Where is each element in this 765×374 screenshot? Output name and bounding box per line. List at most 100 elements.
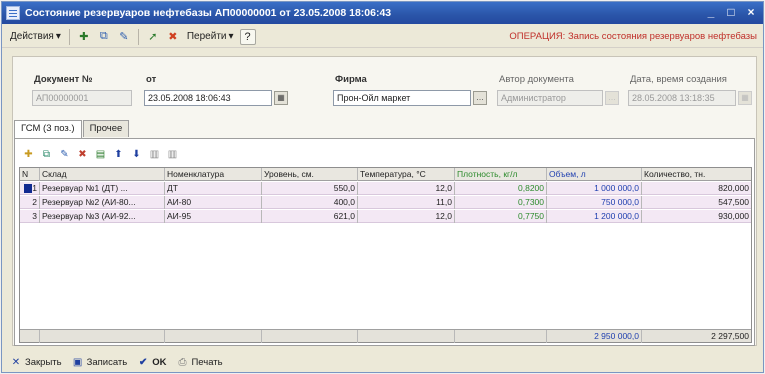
arrow-down-icon[interactable]: ⬇ <box>129 147 144 161</box>
edit-icon[interactable]: ✎ <box>116 29 132 45</box>
print-button-label: Печать <box>191 356 223 368</box>
arrow-up-icon[interactable]: ⬆ <box>111 147 126 161</box>
calendar-icon: ▦ <box>738 91 752 105</box>
quantity-cell[interactable]: 930,000 <box>642 210 751 223</box>
goto-menu[interactable]: Перейти ▾ <box>183 31 238 42</box>
table-row[interactable]: 1 Резервуар №1 (ДТ) ... ДТ 550,0 12,0 0,… <box>20 182 751 195</box>
column-header[interactable]: Объем, л <box>547 168 642 181</box>
temperature-cell[interactable]: 11,0 <box>358 196 455 209</box>
sort-descending-icon[interactable]: ▥ <box>165 147 180 161</box>
edit-row-icon[interactable]: ✎ <box>57 147 72 161</box>
density-cell[interactable]: 0,7300 <box>455 196 547 209</box>
column-header[interactable]: Уровень, см. <box>262 168 358 181</box>
tab-panel: ✚ ⧉ ✎ ✖ ▤ ⬆ ⬇ ▥ ▥ N Склад Номенклатура У… <box>14 138 755 346</box>
restore-button[interactable]: □ <box>723 5 739 21</box>
tab-strip: ГСМ (3 поз.) Прочее <box>14 120 130 138</box>
row-number: 1 <box>32 183 37 193</box>
volume-cell[interactable]: 1 200 000,0 <box>547 210 642 223</box>
add-icon[interactable]: ✚ <box>76 29 92 45</box>
ok-button[interactable]: ✔ OK <box>137 356 166 368</box>
toolbar-divider <box>68 28 70 45</box>
tab-other[interactable]: Прочее <box>82 120 130 137</box>
volume-cell[interactable]: 1 000 000,0 <box>547 182 642 195</box>
firm-field[interactable]: Прон-Ойл маркет <box>333 90 471 106</box>
empty-total-cell <box>20 330 40 343</box>
level-cell[interactable]: 621,0 <box>262 210 358 223</box>
date-from-label: от <box>146 74 157 85</box>
table-totals-row: 2 950 000,0 2 297,500 <box>20 329 751 343</box>
save-icon: ▣ <box>72 356 83 368</box>
column-header[interactable]: Склад <box>40 168 165 181</box>
calendar-icon[interactable]: ▦ <box>274 91 288 105</box>
quantity-cell[interactable]: 547,500 <box>642 196 751 209</box>
title-bar: Состояние резервуаров нефтебазы АП000000… <box>2 2 763 24</box>
density-cell[interactable]: 0,8200 <box>455 182 547 195</box>
copy-row-icon[interactable]: ⧉ <box>39 147 54 161</box>
created-field: 28.05.2008 13:18:35 <box>628 90 736 106</box>
bottom-bar: ✕ Закрыть ▣ Записать ✔ OK ⎙ Печать <box>2 352 763 372</box>
close-icon: ✕ <box>11 356 21 368</box>
firm-label: Фирма <box>335 74 367 85</box>
item-cell[interactable]: АИ-80 <box>165 196 262 209</box>
document-icon <box>6 6 20 20</box>
quantity-total: 2 297,500 <box>711 331 749 341</box>
level-cell[interactable]: 550,0 <box>262 182 358 195</box>
window-title: Состояние резервуаров нефтебазы АП000000… <box>25 7 392 19</box>
tab-fuel[interactable]: ГСМ (3 поз.) <box>14 120 82 138</box>
table-row[interactable]: 2 Резервуар №2 (АИ-80... АИ-80 400,0 11,… <box>20 196 751 209</box>
sort-ascending-icon[interactable]: ▥ <box>147 147 162 161</box>
empty-total-cell <box>358 330 455 343</box>
row-number-cell: 1 <box>20 182 40 195</box>
density-cell[interactable]: 0,7750 <box>455 210 547 223</box>
fill-icon[interactable]: ▤ <box>93 147 108 161</box>
column-header[interactable]: Температура, °С <box>358 168 455 181</box>
select-icon[interactable]: … <box>473 91 487 105</box>
row-number: 3 <box>20 210 40 223</box>
add-row-icon[interactable]: ✚ <box>21 147 36 161</box>
help-icon[interactable]: ? <box>239 28 256 45</box>
chevron-down-icon: ▾ <box>228 31 234 42</box>
grid-toolbar: ✚ ⧉ ✎ ✖ ▤ ⬆ ⬇ ▥ ▥ <box>21 145 180 163</box>
item-cell[interactable]: АИ-95 <box>165 210 262 223</box>
close-button-label: Закрыть <box>25 356 62 368</box>
column-header[interactable]: N <box>20 168 40 181</box>
chevron-down-icon: ▾ <box>55 31 61 42</box>
created-label: Дата, время создания <box>630 74 727 85</box>
tanks-table[interactable]: N Склад Номенклатура Уровень, см. Темпер… <box>19 167 752 343</box>
table-row[interactable]: 3 Резервуар №3 (АИ-92... АИ-95 621,0 12,… <box>20 210 751 223</box>
temperature-cell[interactable]: 12,0 <box>358 210 455 223</box>
delete-row-icon[interactable]: ✖ <box>75 147 90 161</box>
doc-number-label: Документ № <box>34 74 93 85</box>
copy-icon[interactable]: ⧉ <box>96 29 112 45</box>
delete-icon[interactable]: ✖ <box>165 29 181 45</box>
column-header[interactable]: Количество, тн. <box>642 168 751 181</box>
actions-label: Действия <box>10 31 54 42</box>
column-header[interactable]: Номенклатура <box>165 168 262 181</box>
operation-text: ОПЕРАЦИЯ: Запись состояния резервуаров н… <box>509 31 757 42</box>
print-button[interactable]: ⎙ Печать <box>176 356 222 368</box>
actions-menu[interactable]: Действия ▾ <box>6 31 65 42</box>
warehouse-cell[interactable]: Резервуар №2 (АИ-80... <box>40 196 165 209</box>
save-button[interactable]: ▣ Записать <box>72 356 128 368</box>
item-cell[interactable]: ДТ <box>165 182 262 195</box>
author-field: Администратор <box>497 90 603 106</box>
main-toolbar: Действия ▾ ✚ ⧉ ✎ ➚ ✖ Перейти ▾ ? ОПЕРАЦИ… <box>2 26 763 48</box>
empty-total-cell <box>455 330 547 343</box>
warehouse-cell[interactable]: Резервуар №3 (АИ-92... <box>40 210 165 223</box>
post-icon[interactable]: ➚ <box>145 29 161 45</box>
ok-icon: ✔ <box>139 356 148 368</box>
warehouse-cell[interactable]: Резервуар №1 (ДТ) ... <box>40 182 165 195</box>
quantity-cell[interactable]: 820,000 <box>642 182 751 195</box>
close-window-button[interactable]: × <box>743 5 759 21</box>
date-field[interactable]: 23.05.2008 18:06:43 <box>144 90 272 106</box>
save-button-label: Записать <box>86 356 128 368</box>
close-button[interactable]: ✕ Закрыть <box>10 356 62 368</box>
print-icon: ⎙ <box>178 356 187 368</box>
column-header[interactable]: Плотность, кг/л <box>455 168 547 181</box>
temperature-cell[interactable]: 12,0 <box>358 182 455 195</box>
empty-total-cell <box>40 330 165 343</box>
minimize-button[interactable]: _ <box>703 5 719 21</box>
level-cell[interactable]: 400,0 <box>262 196 358 209</box>
volume-cell[interactable]: 750 000,0 <box>547 196 642 209</box>
table-header: N Склад Номенклатура Уровень, см. Темпер… <box>20 168 751 181</box>
